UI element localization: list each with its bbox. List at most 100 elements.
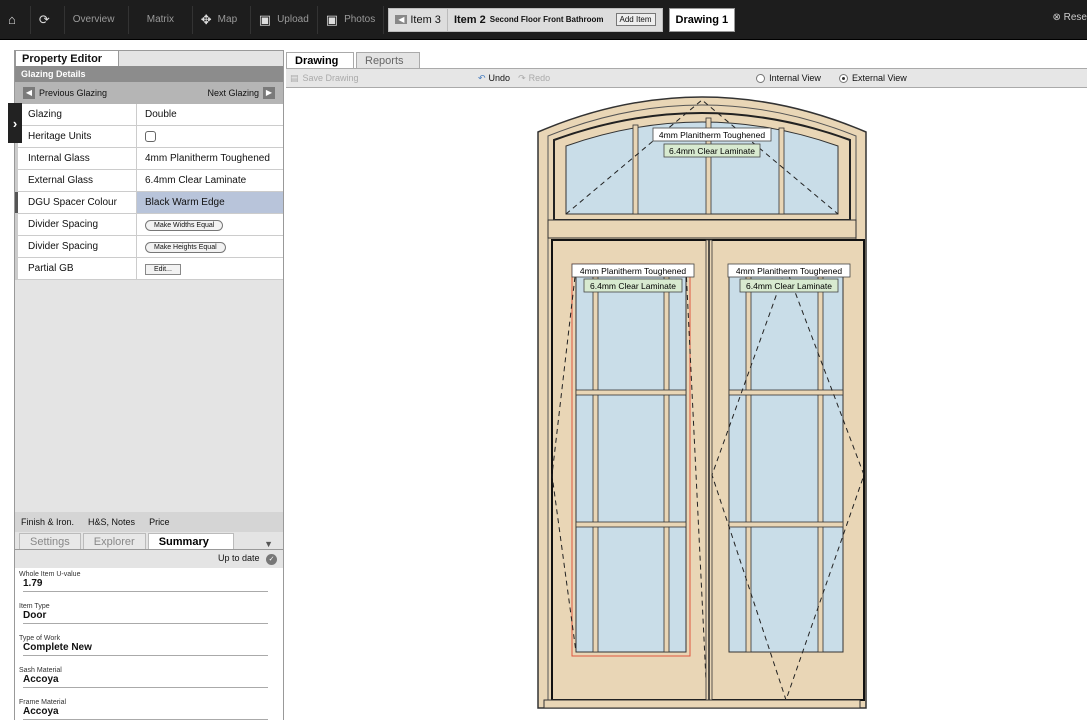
radio-on-icon [838,73,848,83]
summary-value: 1.79 [23,578,268,592]
right-internal-glass-label: 4mm Planitherm Toughened [736,266,842,276]
property-key: Divider Spacing [15,214,137,235]
photos-label: Photos [344,14,376,25]
redo-label: Redo [528,73,551,83]
save-icon: ▤ [290,72,299,83]
property-row-divider-spacing-widths[interactable]: Divider Spacing Make Widths Equal [15,214,283,236]
glazing-navigation: ◀ Previous Glazing Next Glazing ▶ [15,82,283,104]
property-row-dgu-spacer-colour[interactable]: DGU Spacer Colour Black Warm Edge [15,192,283,214]
chevron-down-icon[interactable]: ▼ [264,539,273,549]
tab-price[interactable]: Price [149,517,170,527]
home-button[interactable]: ⌂ [0,5,31,34]
item2-label: Item 2 [453,13,486,26]
property-key: Glazing [15,104,137,125]
property-row-internal-glass[interactable]: Internal Glass 4mm Planitherm Toughened [15,148,283,170]
summary-label: Whole Item U-value [19,571,81,578]
property-table: Glazing Double Heritage Units Internal G… [15,104,283,280]
refresh-button[interactable]: ⟳ [31,5,65,34]
property-key: Divider Spacing [15,236,137,257]
map-button[interactable]: ✥ Map [193,5,251,34]
next-glazing-label: Next Glazing [207,88,259,98]
back-arrow-icon: ◀ [395,15,408,24]
breadcrumb-item3[interactable]: ◀ Item 3 [388,7,448,32]
property-value[interactable]: Double [137,104,283,125]
property-row-divider-spacing-heights[interactable]: Divider Spacing Make Heights Equal [15,236,283,258]
home-icon: ⌂ [8,12,16,27]
make-widths-equal-button[interactable]: Make Widths Equal [145,220,224,231]
left-external-glass-label: 6.4mm Clear Laminate [590,281,676,291]
undo-button[interactable]: ↶ Undo [478,73,510,84]
summary-label: Item Type [19,603,50,610]
summary-label: Type of Work [19,635,61,642]
property-row-glazing[interactable]: Glazing Double [15,104,283,126]
chevron-right-icon: › [12,115,18,131]
summary-field: Item Type Door [15,600,283,632]
collapse-panel-handle[interactable]: › [8,103,22,143]
right-arrow-icon: ▶ [263,87,275,99]
partial-gb-edit-button[interactable]: Edit... [145,264,181,275]
previous-glazing-label: Previous Glazing [39,88,108,98]
drawing-tab[interactable]: Drawing 1 [668,7,736,32]
tab-summary[interactable]: Summary [147,533,234,549]
status-row: Up to date ✓ [15,550,283,568]
next-glazing-button[interactable]: Next Glazing ▶ [207,87,279,99]
internal-view-radio[interactable]: Internal View [756,73,821,83]
photos-button[interactable]: ▣ Photos [318,5,385,34]
tab-finish-iron[interactable]: Finish & Iron. [21,517,74,527]
external-view-radio[interactable]: External View [838,73,907,83]
make-heights-equal-button[interactable]: Make Heights Equal [145,242,226,253]
item3-label: Item 3 [410,13,441,26]
upload-button[interactable]: ▣ Upload [251,5,318,34]
summary-tabs: Settings Explorer Summary ▼ [15,532,283,550]
undo-label: Undo [488,73,511,83]
matrix-button[interactable]: Matrix [129,5,193,34]
refresh-icon: ⟳ [38,11,50,27]
summary-field: Type of Work Complete New [15,632,283,664]
check-icon: ✓ [266,554,277,565]
summary-label: Frame Material [19,699,67,706]
overview-button[interactable]: Overview [65,5,129,34]
upload-label: Upload [277,14,309,25]
property-row-external-glass[interactable]: External Glass 6.4mm Clear Laminate [15,170,283,192]
summary-value: Accoya [23,674,268,688]
tab-settings[interactable]: Settings [19,533,81,549]
photo-icon: ▣ [325,11,339,27]
top-toolbar: ⌂ ⟳ Overview Matrix ✥ Map ▣ Upload ▣ Pho… [0,0,1087,40]
tab-hs-notes[interactable]: H&S, Notes [88,517,135,527]
property-value[interactable]: Black Warm Edge [137,192,283,213]
reset-button[interactable]: ⊗ Rese [1052,12,1087,23]
tab-drawing[interactable]: Drawing [286,52,354,68]
property-key: Partial GB [15,258,137,279]
previous-glazing-button[interactable]: ◀ Previous Glazing [19,87,107,99]
property-editor-tab[interactable]: Property Editor [15,50,119,66]
status-text: Up to date [217,553,260,563]
left-arrow-icon: ◀ [23,87,35,99]
camera-icon: ▣ [258,11,272,27]
summary-field: Sash Material Accoya [15,664,283,696]
left-leaf-glass [575,267,687,653]
breadcrumb-item2[interactable]: Item 2 Second Floor Front Bathroom Add I… [447,7,663,32]
property-value[interactable]: 4mm Planitherm Toughened [137,148,283,169]
door-drawing[interactable]: 4mm Planitherm Toughened 6.4mm Clear Lam… [286,90,1087,720]
property-row-heritage-units[interactable]: Heritage Units [15,126,283,148]
heritage-units-checkbox[interactable] [145,131,156,142]
main-tabs: Drawing Reports [286,52,422,68]
property-key: Heritage Units [15,126,137,147]
redo-icon: ↷ [518,72,526,83]
summary-value: Door [23,610,268,624]
property-key: Internal Glass [15,148,137,169]
tab-reports[interactable]: Reports [356,52,420,68]
property-row-partial-gb[interactable]: Partial GB Edit... [15,258,283,280]
add-item-button[interactable]: Add Item [615,13,656,26]
redo-button[interactable]: ↷ Redo [518,73,748,84]
summary-label: Sash Material [19,667,62,674]
drawing-canvas[interactable]: 4mm Planitherm Toughened 6.4mm Clear Lam… [286,90,1087,720]
reset-icon: ⊗ [1052,12,1061,23]
property-value[interactable]: 6.4mm Clear Laminate [137,170,283,191]
external-view-label: External View [851,73,907,83]
summary-value: Complete New [23,642,268,656]
item2-location: Second Floor Front Bathroom [489,15,604,24]
save-drawing-label: Save Drawing [302,73,359,83]
save-drawing-button[interactable]: ▤ Save Drawing [290,73,470,84]
tab-explorer[interactable]: Explorer [82,533,146,549]
